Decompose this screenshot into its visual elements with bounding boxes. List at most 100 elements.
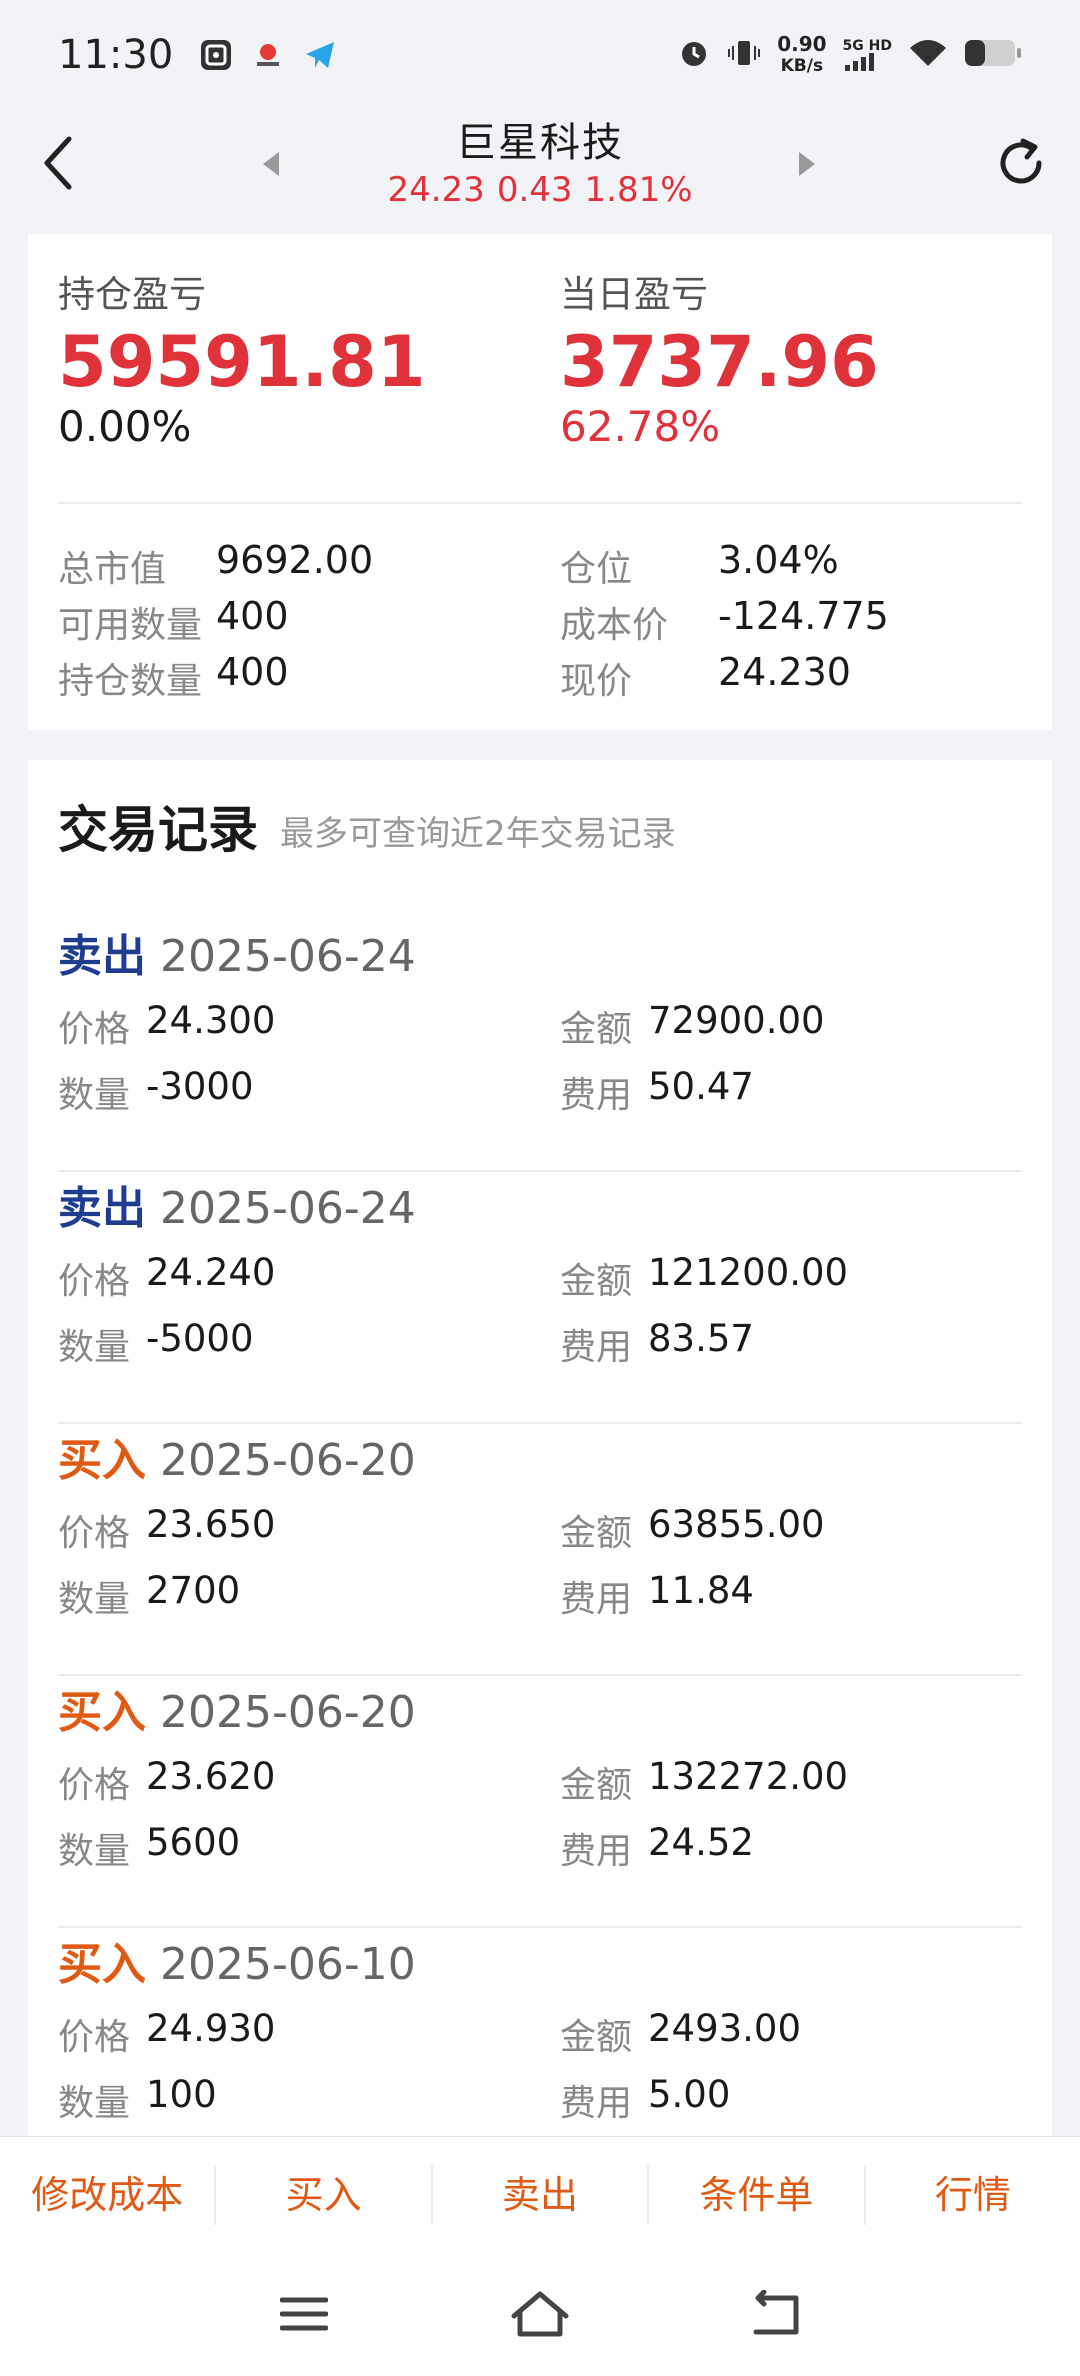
home-nav-button[interactable] — [510, 2284, 570, 2344]
available-qty: 400 — [216, 594, 289, 638]
amount-label: 金额 — [560, 1513, 633, 1554]
buy-button[interactable]: 买入 — [216, 2164, 433, 2225]
action-bar: 修改成本 买入 卖出 条件单 行情 — [0, 2136, 1080, 2252]
trade-quantity: 5600 — [146, 1821, 241, 1864]
available-qty-label: 可用数量 — [58, 605, 203, 646]
quantity-label: 数量 — [58, 1075, 131, 1116]
trade-date: 2025-06-10 — [160, 1939, 416, 1990]
trade-price: 24.240 — [146, 1251, 276, 1294]
vibrate-icon — [727, 36, 761, 74]
trade-date: 2025-06-24 — [160, 931, 416, 982]
market-button[interactable]: 行情 — [866, 2165, 1080, 2225]
trade-type: 卖出 — [58, 931, 146, 982]
trade-fee: 5.00 — [648, 2073, 731, 2116]
net-speed: 0.90 KB/s — [777, 34, 826, 76]
holding-pl-label: 持仓盈亏 — [58, 273, 206, 316]
trade-date: 2025-06-20 — [160, 1435, 416, 1486]
modify-cost-button[interactable]: 修改成本 — [0, 2164, 217, 2225]
trade-record[interactable]: 卖出 2025-06-24 价格 24.240 金额 121200.00 数量 -… — [58, 1172, 1022, 1424]
trade-quantity: 2700 — [146, 1569, 241, 1612]
trade-quantity: 100 — [146, 2073, 217, 2116]
signal-icon: 5G HD — [843, 39, 892, 71]
summary-divider — [58, 502, 1022, 504]
stock-change-pct: 1.81% — [584, 170, 693, 210]
stock-header: 巨星科技 24.23 0.43 1.81% — [0, 110, 1080, 230]
fee-label: 费用 — [560, 1579, 633, 1620]
next-stock-button[interactable] — [792, 144, 822, 184]
daily-pl-label: 当日盈亏 — [560, 273, 708, 316]
holding-pl-pct: 0.00% — [58, 402, 192, 451]
stock-quote: 24.23 0.43 1.81% — [0, 170, 1080, 210]
daily-pl-block: 当日盈亏 3737.96 62.78% — [560, 264, 879, 451]
quantity-label: 数量 — [58, 1831, 131, 1872]
trade-quantity: -5000 — [146, 1317, 254, 1360]
trade-record-head: 卖出 2025-06-24 — [58, 920, 416, 984]
stock-name: 巨星科技 — [456, 120, 624, 166]
sell-button[interactable]: 卖出 — [433, 2164, 650, 2225]
amount-label: 金额 — [560, 2017, 633, 2058]
back-nav-button[interactable] — [746, 2284, 806, 2344]
trade-record-head: 买入 2025-06-10 — [58, 1928, 416, 1992]
signal-label: 5G HD — [842, 38, 892, 54]
triangle-right-icon — [799, 152, 815, 176]
quantity-label: 数量 — [58, 1579, 131, 1620]
refresh-button[interactable] — [986, 128, 1056, 198]
position-label: 仓位 — [560, 549, 633, 590]
stock-change: 0.43 — [496, 170, 573, 210]
status-bar: 11:30 0.90 KB/s 5G HD — [0, 0, 1080, 110]
trade-fee: 83.57 — [648, 1317, 754, 1360]
current-price: 24.230 — [718, 650, 851, 694]
fee-label: 费用 — [560, 1075, 633, 1116]
amount-label: 金额 — [560, 1765, 633, 1806]
fee-label: 费用 — [560, 1831, 633, 1872]
trade-type: 买入 — [58, 1939, 146, 1990]
home-icon — [511, 2291, 569, 2337]
trade-type: 买入 — [58, 1687, 146, 1738]
cost-price: -124.775 — [718, 594, 889, 638]
trade-amount: 72900.00 — [648, 999, 825, 1042]
price-label: 价格 — [58, 1261, 131, 1302]
trade-record-head: 买入 2025-06-20 — [58, 1676, 416, 1740]
trade-fee: 11.84 — [648, 1569, 754, 1612]
trade-amount: 132272.00 — [648, 1755, 849, 1798]
conditional-order-button[interactable]: 条件单 — [649, 2164, 866, 2225]
trade-type: 买入 — [58, 1435, 146, 1486]
trade-amount: 121200.00 — [648, 1251, 849, 1294]
menu-icon — [280, 2297, 328, 2331]
back-nav-icon — [753, 2290, 799, 2335]
trade-record[interactable]: 卖出 2025-06-24 价格 24.300 金额 72900.00 数量 -3… — [58, 920, 1022, 1172]
fee-label: 费用 — [560, 1327, 633, 1368]
status-time: 11:30 — [58, 32, 174, 78]
position-value: 3.04% — [718, 538, 839, 582]
system-nav-bar — [0, 2252, 1080, 2376]
holding-qty: 400 — [216, 650, 289, 694]
trade-records-card: 交易记录 最多可查询近2年交易记录 卖出 2025-06-24 价格 24.300… — [28, 760, 1052, 2136]
trade-record[interactable]: 买入 2025-06-20 价格 23.620 金额 132272.00 数量 5… — [58, 1676, 1022, 1928]
holding-pl-value: 59591.81 — [58, 321, 426, 403]
battery-icon — [964, 38, 1022, 72]
net-speed-value: 0.90 — [777, 32, 827, 56]
trade-amount: 63855.00 — [648, 1503, 825, 1546]
position-summary-card: 持仓盈亏 59591.81 0.00% 当日盈亏 3737.96 62.78% … — [28, 234, 1052, 730]
trade-date: 2025-06-20 — [160, 1687, 416, 1738]
holding-pl-block: 持仓盈亏 59591.81 0.00% — [58, 264, 426, 451]
price-label: 价格 — [58, 1513, 131, 1554]
trade-quantity: -3000 — [146, 1065, 254, 1108]
trade-records-title: 交易记录 — [58, 801, 258, 859]
daily-pl-pct: 62.78% — [560, 402, 721, 451]
market-value-label: 总市值 — [58, 549, 167, 590]
amount-label: 金额 — [560, 1261, 633, 1302]
price-label: 价格 — [58, 1765, 131, 1806]
quantity-label: 数量 — [58, 2083, 131, 2124]
trade-price: 23.620 — [146, 1755, 276, 1798]
wifi-icon — [908, 36, 948, 74]
alarm-icon — [677, 36, 711, 74]
scan-app-icon — [199, 38, 233, 72]
menu-nav-button[interactable] — [274, 2284, 334, 2344]
daily-pl-value: 3737.96 — [560, 321, 879, 403]
finance-app-icon — [251, 38, 285, 72]
trade-record[interactable]: 买入 2025-06-20 价格 23.650 金额 63855.00 数量 27… — [58, 1424, 1022, 1676]
market-value: 9692.00 — [216, 538, 374, 582]
stock-price: 24.23 — [387, 170, 485, 210]
trade-amount: 2493.00 — [648, 2007, 802, 2050]
